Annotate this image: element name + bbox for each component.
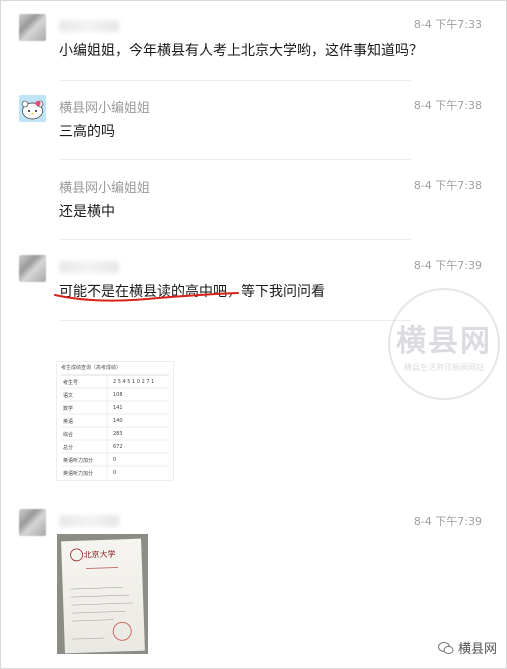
- score-row-value: 672: [113, 444, 123, 450]
- watermark-main: 横县网: [396, 324, 492, 359]
- score-row-value: 108: [113, 392, 123, 398]
- score-row: 考生号 2 5 4 5 1 0 2 7 1: [61, 377, 169, 387]
- message-text[interactable]: 还是横中: [59, 201, 115, 221]
- message-text[interactable]: 三高的吗: [59, 121, 115, 141]
- score-row: 英语 140: [61, 416, 169, 426]
- divider: [59, 239, 411, 240]
- footer-brand-label: 横县网: [457, 642, 497, 657]
- score-row: 数学 141: [61, 403, 169, 413]
- sender-name-blurred: [59, 20, 119, 32]
- footer-brand: 横县网: [437, 638, 497, 657]
- score-row-value: 2 5 4 5 1 0 2 7 1: [113, 379, 155, 385]
- score-row: 英语听力加分 0: [61, 455, 169, 465]
- message-time: 8-4 下午7:33: [413, 18, 482, 31]
- score-row-label: 考生号: [63, 380, 79, 386]
- avatar[interactable]: [19, 509, 46, 536]
- score-row: 总分 672: [61, 442, 169, 452]
- sender-name[interactable]: 横县网小编姐姐: [59, 177, 150, 196]
- score-row-label: 英语: [63, 419, 74, 425]
- message-time: 8-4 下午7:38: [413, 99, 482, 112]
- sender-name[interactable]: 横县网小编姐姐: [59, 97, 150, 116]
- letter-content-graphic: [70, 548, 134, 641]
- avatar[interactable]: [19, 14, 46, 41]
- red-underline-mark: [54, 292, 239, 302]
- admission-letter-photo[interactable]: 北京大学: [57, 534, 148, 654]
- avatar[interactable]: [19, 95, 46, 122]
- message-time: 8-4 下午7:38: [413, 179, 482, 192]
- sender-name-blurred: [59, 515, 119, 527]
- score-row-value: 140: [113, 418, 123, 424]
- score-row-label: 综合: [63, 432, 74, 438]
- score-row: 语文 108: [61, 390, 169, 400]
- letter-paper: 北京大学: [61, 538, 145, 654]
- message-time: 8-4 下午7:39: [413, 259, 482, 272]
- score-row-value: 141: [113, 405, 123, 411]
- wechat-icon: [437, 641, 454, 654]
- divider: [59, 80, 411, 81]
- score-row-value: 283: [113, 431, 123, 437]
- avatar[interactable]: [19, 255, 46, 282]
- message-text[interactable]: 小编姐姐，今年横县有人考上北京大学哟，这件事知道吗？: [59, 40, 423, 60]
- score-row-label: 语文: [63, 393, 74, 399]
- divider: [59, 159, 411, 160]
- score-row-label: 英语听力加分: [63, 458, 94, 464]
- score-row: 综合 283: [61, 429, 169, 439]
- sender-name-blurred: [59, 261, 119, 273]
- score-row-label: 英语听力加分: [63, 471, 94, 477]
- score-row-label: 数学: [63, 406, 74, 412]
- score-row: 英语听力加分 0: [61, 468, 169, 478]
- watermark-seal: 横县网 横县生活资讯新闻网站: [388, 288, 500, 400]
- score-row-value: 0: [113, 470, 117, 476]
- hello-kitty-icon: [19, 95, 46, 122]
- score-row-label: 总分: [63, 445, 74, 451]
- score-screenshot-image[interactable]: 考生成绩查询（高考成绩） 考生号 2 5 4 5 1 0 2 7 1 语文 108 数学…: [56, 361, 174, 481]
- watermark-sub: 横县生活资讯新闻网站: [404, 363, 484, 372]
- score-row-value: 0: [113, 457, 117, 463]
- divider: [59, 320, 411, 321]
- score-table-title: 考生成绩查询（高考成绩）: [61, 365, 122, 371]
- message-time: 8-4 下午7:39: [413, 515, 482, 528]
